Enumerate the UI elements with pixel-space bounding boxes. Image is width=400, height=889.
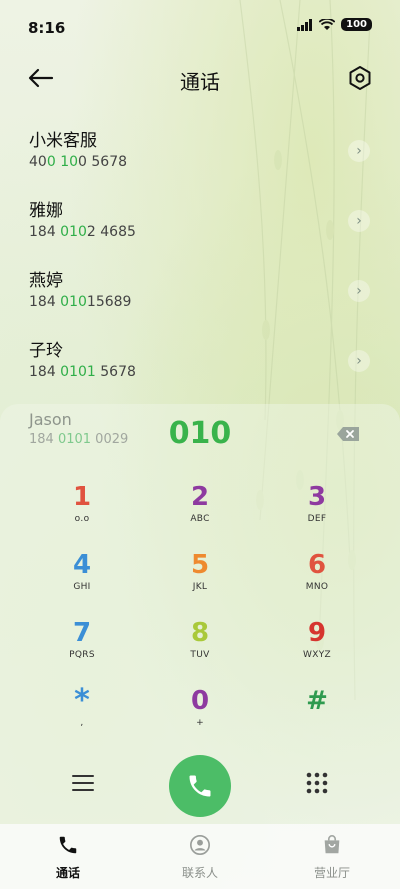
status-bar: 8:16 100 (0, 0, 400, 56)
tab-label: 联系人 (181, 866, 218, 880)
header-bar: 通话 (0, 58, 400, 98)
phone-icon (59, 836, 77, 854)
chevron-right-icon[interactable]: › (348, 350, 370, 372)
chevron-right-icon[interactable]: › (348, 140, 370, 162)
dial-suggestion[interactable]: Jason 184 0101 0029 010 (0, 406, 400, 466)
contact-result-row[interactable]: 燕婷 184 01015689 › (0, 266, 400, 326)
key-2[interactable]: 2 ABC (145, 482, 255, 538)
bottom-tab-bar: 通话 联系人 营业厅 (0, 824, 400, 889)
key-1[interactable]: 1 ᴏ.ᴏ (27, 482, 137, 538)
tab-calls[interactable]: 通话 (18, 834, 118, 881)
dialer-actions (0, 754, 400, 818)
signal-icon (297, 18, 313, 31)
menu-icon[interactable] (68, 768, 98, 798)
key-7[interactable]: 7 PQRS (27, 618, 137, 674)
status-time: 8:16 (28, 19, 66, 37)
key-hash[interactable]: # (262, 686, 372, 742)
shopping-bag-icon (324, 835, 340, 854)
contact-result-row[interactable]: 子玲 184 0101 5678 › (0, 336, 400, 396)
key-4[interactable]: 4 GHI (27, 550, 137, 606)
page-title: 通话 (180, 70, 220, 94)
phone-icon (189, 775, 211, 797)
contact-number: 184 0102 4685 (29, 224, 136, 240)
tab-service-hall[interactable]: 营业厅 (282, 834, 382, 881)
contact-name: 雅娜 (29, 201, 63, 221)
wifi-icon (319, 18, 336, 30)
backspace-icon[interactable] (336, 426, 360, 442)
settings-hexagon-icon[interactable] (346, 64, 374, 92)
key-star[interactable]: *, (27, 686, 137, 742)
contact-name: 子玲 (29, 341, 63, 361)
contact-number: 400 100 5678 (29, 154, 128, 170)
call-button[interactable] (169, 755, 231, 817)
key-8[interactable]: 8 TUV (145, 618, 255, 674)
key-5[interactable]: 5 JKL (145, 550, 255, 606)
contact-name: 小米客服 (29, 131, 97, 151)
phone-screen: { "status_bar": {"time": "8:16", "batter… (0, 0, 400, 889)
key-0[interactable]: 0 + (145, 686, 255, 742)
chevron-right-icon[interactable]: › (348, 210, 370, 232)
contact-person-icon (190, 835, 210, 855)
key-9[interactable]: 9 WXYZ (262, 618, 372, 674)
tab-label: 通话 (55, 866, 80, 880)
battery-indicator: 100 (341, 18, 372, 31)
contact-number: 184 0101 5678 (29, 364, 136, 380)
key-3[interactable]: 3 DEF (262, 482, 372, 538)
chevron-right-icon[interactable]: › (348, 280, 370, 302)
key-6[interactable]: 6 MNO (262, 550, 372, 606)
contact-name: 燕婷 (29, 271, 63, 291)
dialpad-icon[interactable] (302, 768, 332, 798)
tab-contacts[interactable]: 联系人 (150, 834, 250, 881)
contact-result-row[interactable]: 小米客服 400 100 5678 › (0, 126, 400, 186)
status-icons: 100 (297, 18, 372, 31)
tab-label: 营业厅 (313, 866, 350, 880)
contact-number: 184 01015689 (29, 294, 132, 310)
contact-result-row[interactable]: 雅娜 184 0102 4685 › (0, 196, 400, 256)
